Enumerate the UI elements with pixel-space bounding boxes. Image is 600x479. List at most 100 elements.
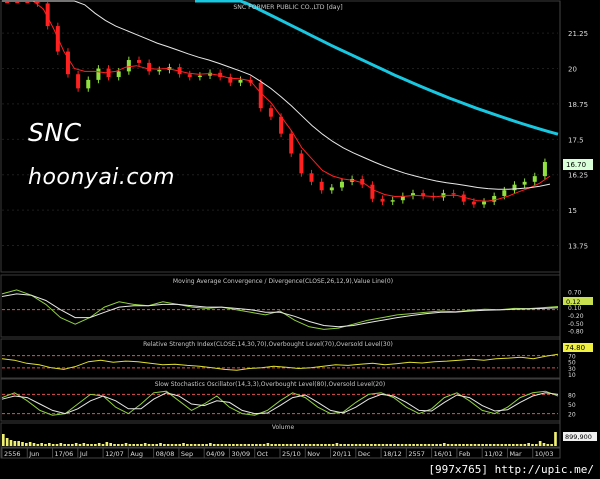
volume-bar bbox=[143, 443, 147, 446]
price-last-label: 16.70 bbox=[566, 161, 586, 169]
volume-bar bbox=[285, 444, 289, 446]
volume-bar bbox=[174, 444, 178, 446]
price-candle-body bbox=[309, 173, 314, 182]
price-candle-body bbox=[116, 71, 121, 78]
x-axis-label: 17/06 bbox=[55, 450, 74, 458]
macd-tick-label: -0.20 bbox=[568, 313, 584, 320]
volume-bar bbox=[235, 444, 239, 446]
x-axis-label: 18/12 bbox=[383, 450, 402, 458]
volume-bar bbox=[25, 443, 28, 446]
volume-bar bbox=[454, 444, 458, 446]
volume-bar bbox=[442, 443, 446, 446]
volume-bar bbox=[546, 444, 550, 446]
volume-bar bbox=[170, 444, 174, 446]
volume-bar bbox=[404, 444, 408, 446]
volume-bar bbox=[132, 444, 136, 446]
volume-bar bbox=[186, 444, 189, 446]
macd-last-label: 0.12 bbox=[566, 298, 580, 306]
volume-bar bbox=[343, 444, 346, 446]
volume-bar bbox=[301, 444, 304, 446]
volume-bar bbox=[370, 444, 373, 446]
volume-bar bbox=[189, 444, 193, 446]
stochastic-tick-label: 80 bbox=[568, 392, 576, 399]
price-candle-body bbox=[197, 75, 202, 78]
price-candle-body bbox=[390, 200, 395, 202]
volume-bar bbox=[450, 444, 454, 446]
volume-bar bbox=[5, 438, 9, 446]
volume-bar bbox=[90, 444, 93, 446]
price-candle-body bbox=[96, 68, 101, 80]
volume-bar bbox=[481, 444, 484, 446]
volume-bar bbox=[270, 444, 274, 446]
volume-bar bbox=[324, 444, 327, 446]
volume-bar bbox=[347, 444, 350, 446]
volume-bar bbox=[109, 443, 112, 446]
macd-tick-label: 0.70 bbox=[568, 289, 582, 296]
volume-bar bbox=[32, 443, 36, 446]
x-axis-label: Oct bbox=[257, 450, 269, 458]
volume-bar bbox=[63, 444, 66, 446]
volume-bar bbox=[297, 444, 300, 446]
volume-bar bbox=[431, 444, 435, 446]
x-axis-label: Jun bbox=[28, 450, 39, 458]
x-axis-label: 11/02 bbox=[484, 450, 503, 458]
volume-bar bbox=[262, 444, 266, 446]
x-axis-label: Feb bbox=[459, 450, 471, 458]
volume-bar bbox=[320, 444, 323, 446]
ticker-overlay-text: SNC bbox=[28, 118, 82, 147]
volume-bar bbox=[239, 444, 243, 446]
volume-bar bbox=[247, 444, 251, 446]
volume-bar bbox=[193, 444, 197, 446]
volume-bar bbox=[304, 444, 308, 446]
volume-bar bbox=[554, 432, 557, 446]
x-axis-label: Dec bbox=[358, 450, 371, 458]
price-candle-body bbox=[147, 62, 152, 72]
price-candle-body bbox=[522, 181, 527, 185]
volume-bar bbox=[178, 444, 182, 446]
price-tick-label: 17.5 bbox=[568, 136, 584, 144]
x-axis-label: Sep bbox=[181, 450, 193, 458]
volume-bar bbox=[224, 444, 228, 446]
macd-tick-label: -0.50 bbox=[568, 321, 584, 328]
price-candle-body bbox=[482, 201, 487, 205]
volume-bar bbox=[488, 444, 492, 446]
price-candle-body bbox=[86, 79, 91, 89]
price-chart-title: SNC FORMER PUBLIC CO.,LTD [day] bbox=[233, 4, 342, 11]
volume-bar bbox=[381, 444, 385, 446]
volume-bar bbox=[527, 443, 530, 446]
volume-bar bbox=[389, 444, 392, 446]
volume-bar bbox=[385, 444, 389, 446]
volume-bar bbox=[508, 444, 511, 446]
volume-bar bbox=[71, 444, 74, 446]
volume-bar bbox=[40, 443, 43, 446]
volume-bar bbox=[362, 444, 366, 446]
volume-bar bbox=[412, 444, 415, 446]
volume-bar bbox=[542, 443, 546, 446]
volume-bar bbox=[534, 444, 538, 446]
rsi-last-label: 74.80 bbox=[565, 344, 585, 352]
volume-bar bbox=[473, 444, 477, 446]
x-axis-label: 08/08 bbox=[156, 450, 175, 458]
volume-bar bbox=[550, 444, 553, 446]
volume-bar bbox=[327, 444, 331, 446]
x-axis-label: Nov bbox=[307, 450, 320, 458]
volume-bar bbox=[281, 444, 285, 446]
price-candle-body bbox=[360, 178, 365, 185]
macd-tick-label: 0.10 bbox=[568, 305, 582, 312]
volume-bar bbox=[159, 443, 162, 446]
stochastic-tick-label: 50 bbox=[568, 402, 576, 409]
price-tick-label: 16.25 bbox=[568, 172, 588, 180]
volume-bar bbox=[44, 444, 47, 446]
volume-bar bbox=[48, 443, 51, 446]
volume-bar bbox=[377, 444, 381, 446]
volume-bar bbox=[216, 444, 220, 446]
volume-bar bbox=[28, 442, 32, 446]
volume-bar bbox=[97, 443, 101, 446]
volume-bar bbox=[416, 444, 419, 446]
volume-bar bbox=[124, 443, 128, 446]
volume-bar bbox=[496, 444, 500, 446]
x-axis-label: 2556 bbox=[4, 450, 21, 458]
price-candle-body bbox=[542, 161, 547, 177]
volume-bar bbox=[492, 444, 496, 446]
volume-bar bbox=[439, 444, 442, 446]
